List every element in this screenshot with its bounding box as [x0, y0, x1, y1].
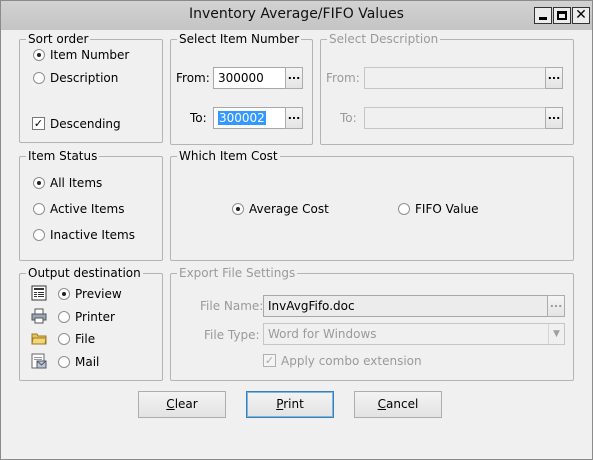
sort-description-radio[interactable]	[33, 72, 45, 84]
sort-order-group: Sort order Item Number Description ✓ Des…	[19, 32, 163, 143]
description-to-input[interactable]	[364, 107, 548, 129]
description-from-browse-button[interactable]: ...	[545, 67, 563, 89]
sort-description-label[interactable]: Description	[50, 71, 118, 85]
clear-rest: lear	[174, 397, 198, 411]
preview-icon	[31, 285, 47, 301]
folder-icon	[31, 333, 47, 345]
item-to-label: To:	[190, 111, 207, 125]
sort-item-number-radio[interactable]	[33, 49, 45, 61]
minimize-button[interactable]	[534, 7, 552, 24]
print-button[interactable]: Print	[246, 391, 334, 418]
file-name-label: File Name:	[200, 299, 264, 313]
description-from-input[interactable]	[364, 67, 548, 89]
active-items-radio[interactable]	[33, 203, 45, 215]
apply-extension-checkbox[interactable]: ✓	[263, 354, 276, 367]
item-status-legend: Item Status	[26, 149, 100, 163]
average-cost-label[interactable]: Average Cost	[249, 202, 329, 216]
file-label[interactable]: File	[75, 332, 95, 346]
inactive-items-label[interactable]: Inactive Items	[50, 228, 135, 242]
clear-mnemonic: C	[166, 397, 175, 411]
report-dialog-window: Inventory Average/FIFO Values ✕ Sort ord…	[0, 0, 593, 460]
fifo-value-label[interactable]: FIFO Value	[415, 202, 479, 216]
all-items-label[interactable]: All Items	[50, 176, 102, 190]
file-name-browse-button[interactable]: ...	[547, 295, 565, 317]
mail-radio[interactable]	[58, 356, 70, 368]
item-to-selected-text: 300002	[218, 111, 266, 125]
item-from-input[interactable]: 300000	[213, 67, 287, 89]
cancel-mnemonic: C	[377, 397, 387, 411]
item-to-input[interactable]: 300002	[213, 107, 287, 129]
file-type-select[interactable]: Word for Windows ▼	[263, 323, 565, 345]
print-rest: rint	[283, 397, 304, 411]
average-cost-radio[interactable]	[232, 203, 244, 215]
maximize-icon	[557, 11, 567, 20]
printer-icon	[31, 308, 47, 324]
description-to-browse-button[interactable]: ...	[545, 107, 563, 129]
output-destination-legend: Output destination	[26, 266, 143, 280]
fifo-value-radio[interactable]	[398, 203, 410, 215]
all-items-radio[interactable]	[33, 177, 45, 189]
cancel-rest: ancel	[386, 397, 419, 411]
item-status-group: Item Status All Items Active Items Inact…	[19, 149, 163, 261]
which-item-cost-group: Which Item Cost Average Cost FIFO Value	[170, 149, 574, 261]
active-items-label[interactable]: Active Items	[50, 202, 125, 216]
maximize-button[interactable]	[553, 7, 571, 24]
file-radio[interactable]	[58, 333, 70, 345]
printer-label[interactable]: Printer	[75, 310, 115, 324]
minimize-icon	[539, 17, 547, 20]
descending-checkbox[interactable]: ✓	[32, 117, 45, 130]
sort-item-number-label[interactable]: Item Number	[50, 48, 129, 62]
preview-radio[interactable]	[58, 288, 70, 300]
mail-label[interactable]: Mail	[75, 355, 99, 369]
description-from-label: From:	[326, 71, 360, 85]
apply-extension-label[interactable]: Apply combo extension	[281, 354, 422, 368]
select-item-number-group: Select Item Number From: 300000 ... To: …	[170, 32, 313, 145]
chevron-down-icon[interactable]: ▼	[548, 324, 564, 344]
file-type-label: File Type:	[204, 328, 260, 342]
clear-button[interactable]: Clear	[138, 391, 226, 418]
file-name-input[interactable]: InvAvgFifo.doc	[263, 295, 549, 317]
sort-order-legend: Sort order	[26, 32, 91, 46]
select-description-legend: Select Description	[327, 32, 441, 46]
cancel-button[interactable]: Cancel	[354, 391, 442, 418]
select-item-number-legend: Select Item Number	[177, 32, 302, 46]
printer-radio[interactable]	[58, 311, 70, 323]
close-button[interactable]: ✕	[572, 7, 590, 24]
which-item-cost-legend: Which Item Cost	[177, 149, 280, 163]
output-destination-group: Output destination Preview Printer File	[19, 266, 163, 381]
item-from-label: From:	[176, 71, 210, 85]
export-file-settings-group: Export File Settings File Name: InvAvgFi…	[170, 266, 574, 381]
item-from-browse-button[interactable]: ...	[285, 67, 303, 89]
inactive-items-radio[interactable]	[33, 229, 45, 241]
export-file-settings-legend: Export File Settings	[177, 266, 298, 280]
file-type-value: Word for Windows	[268, 327, 377, 341]
select-description-group: Select Description From: ... To: ...	[320, 32, 574, 145]
descending-label[interactable]: Descending	[50, 117, 121, 131]
mail-icon	[31, 353, 47, 369]
item-to-browse-button[interactable]: ...	[285, 107, 303, 129]
title-bar[interactable]: Inventory Average/FIFO Values ✕	[1, 1, 592, 30]
window-title: Inventory Average/FIFO Values	[189, 6, 404, 22]
close-icon: ✕	[575, 7, 587, 23]
preview-label[interactable]: Preview	[75, 287, 122, 301]
description-to-label: To:	[340, 111, 357, 125]
